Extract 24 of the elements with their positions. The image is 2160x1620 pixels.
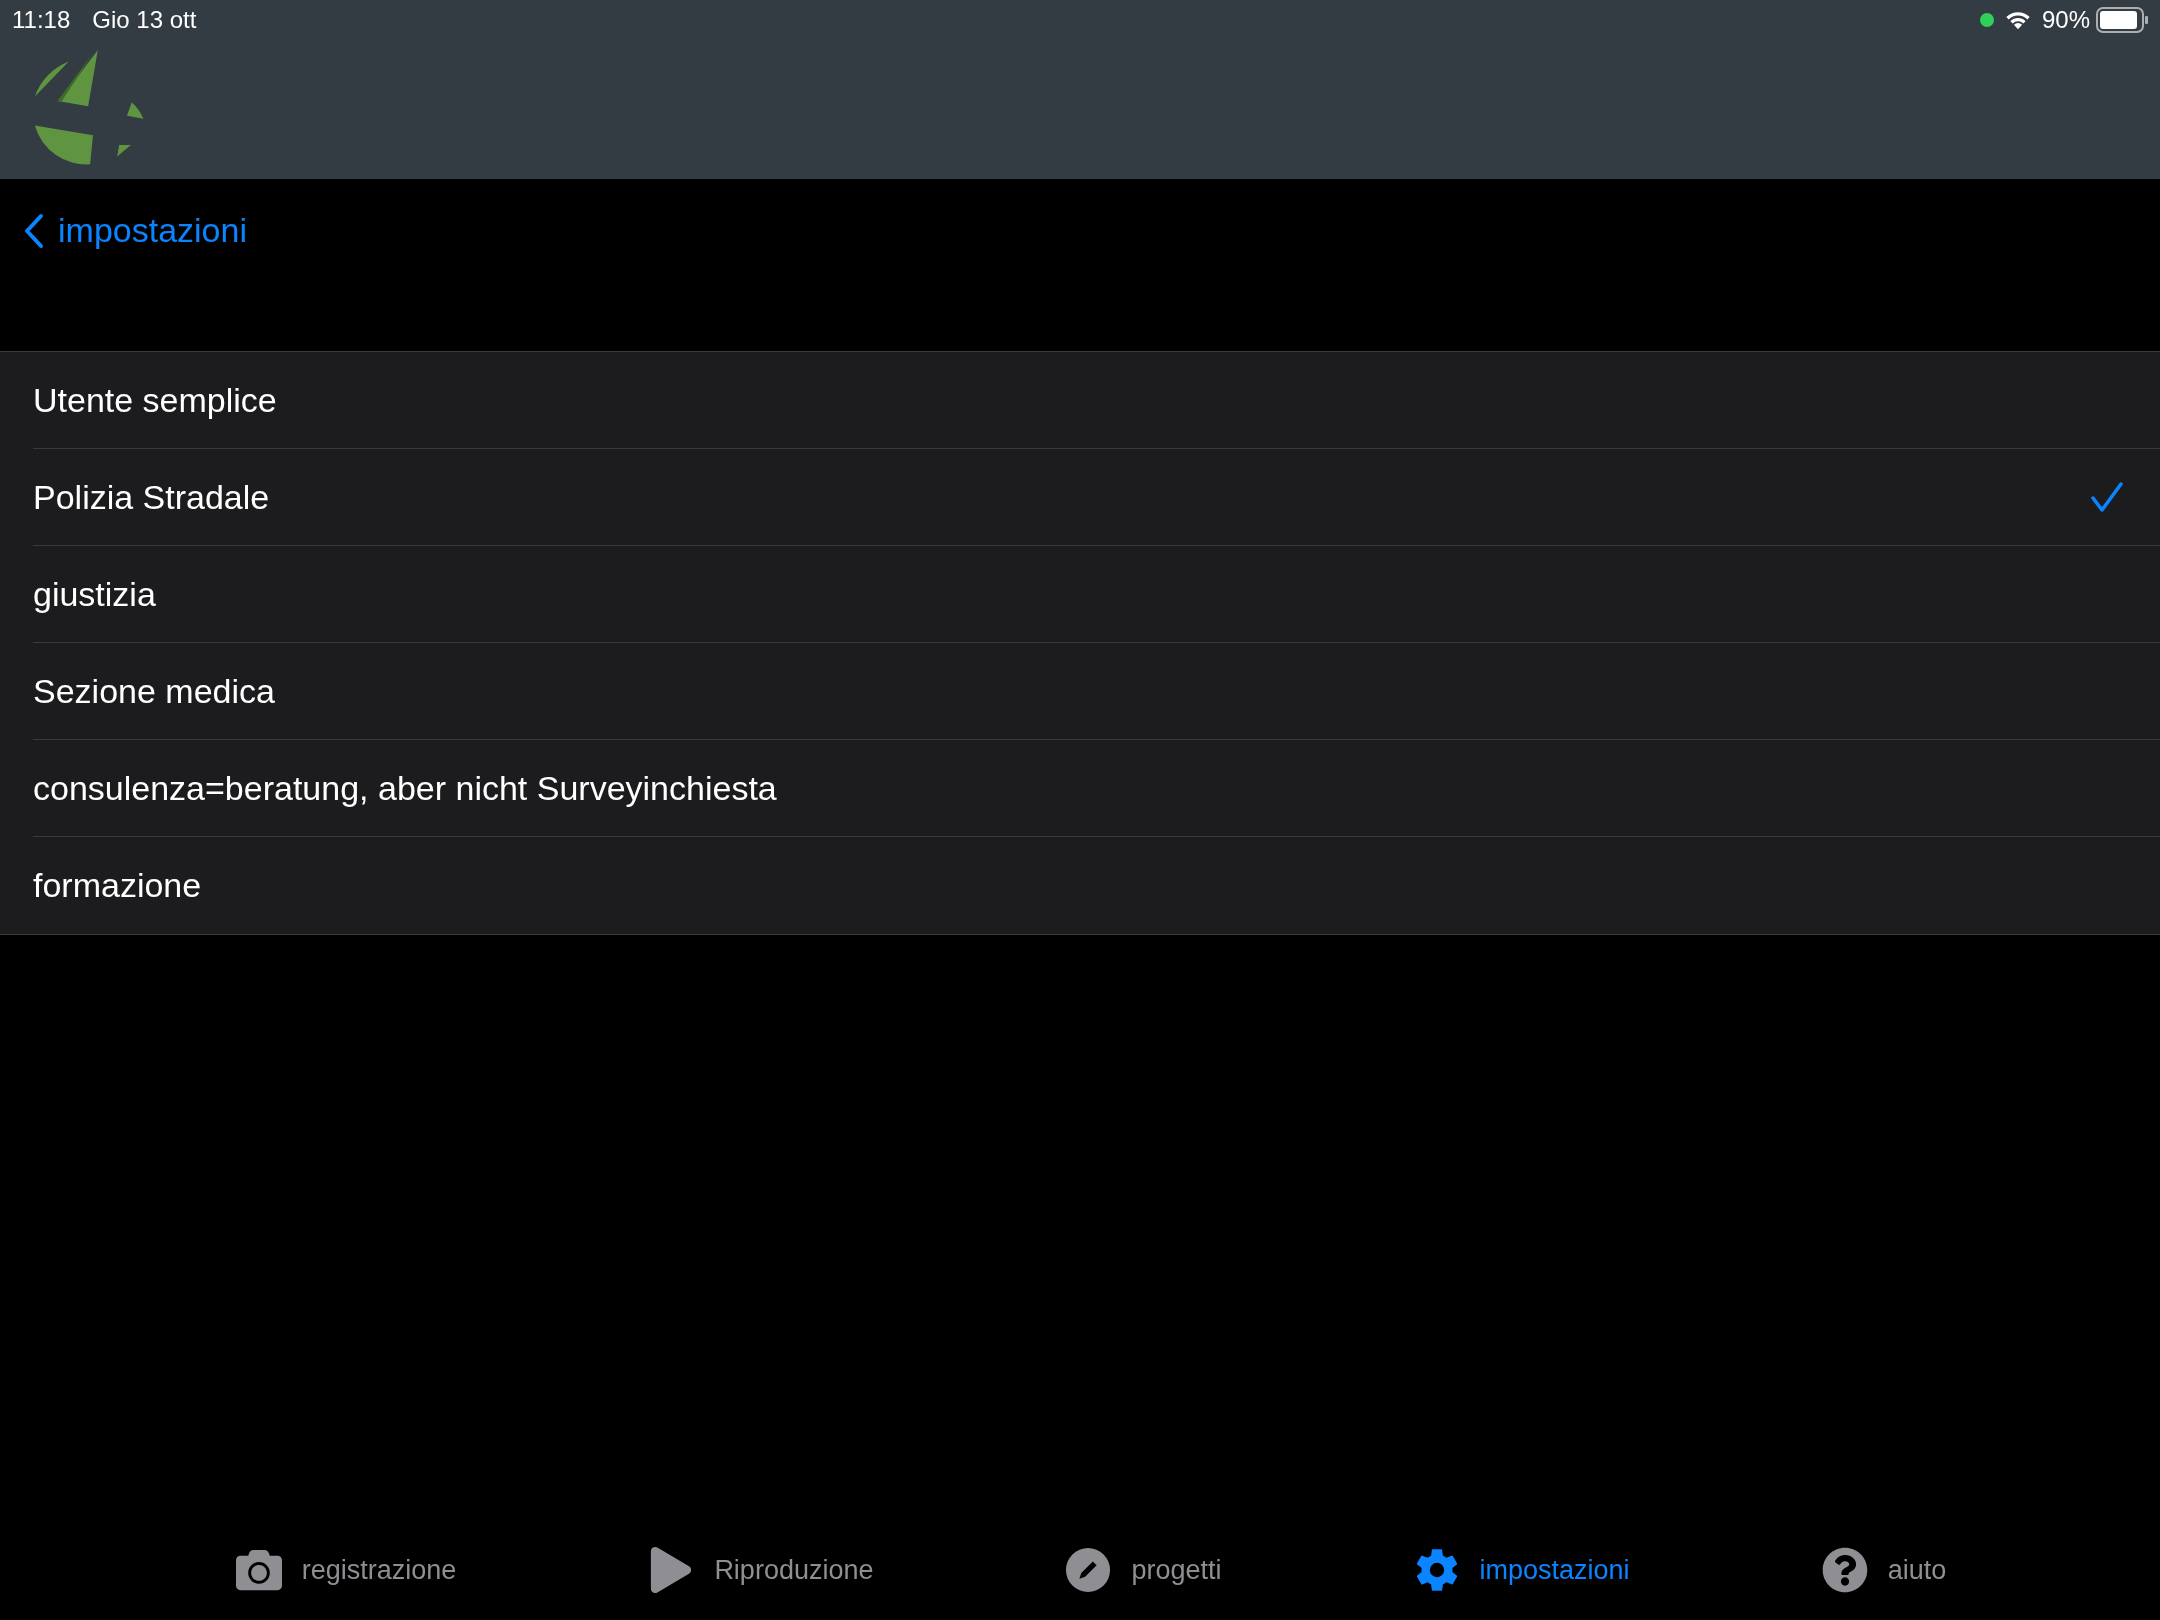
option-label: formazione — [33, 865, 203, 906]
option-label: Polizia Stradale — [33, 476, 271, 518]
option-label: giustizia — [33, 573, 157, 615]
option-row[interactable]: Utente semplice — [33, 352, 2160, 449]
status-date: Gio 13 ott — [92, 5, 197, 35]
option-row[interactable]: formazione — [33, 837, 2160, 934]
tab-bar-item[interactable]: Riproduzione — [646, 1547, 874, 1593]
battery-icon — [2096, 7, 2148, 33]
option-row[interactable]: giustizia — [33, 546, 2160, 643]
tab-bar-item[interactable]: aiuto — [1819, 1547, 1947, 1593]
chevron-left-icon — [24, 212, 44, 249]
option-row[interactable]: Sezione medica — [33, 643, 2160, 740]
camera-icon — [233, 1547, 284, 1593]
option-label: consulenza=beratung, aber nicht Surveyinchiesta — [33, 767, 778, 809]
option-label: Sezione medica — [33, 670, 276, 712]
tab-bar-item[interactable]: impostazioni — [1411, 1547, 1630, 1593]
tab-bar-item[interactable]: registrazione — [233, 1547, 457, 1593]
back-button[interactable]: impostazioni — [24, 205, 247, 256]
tab-bar-item[interactable]: progetti — [1063, 1547, 1222, 1593]
battery-percent: 90% — [2041, 5, 2090, 35]
option-row[interactable]: consulenza=beratung, aber nicht Surveyinchiesta — [33, 740, 2160, 837]
option-label: Utente semplice — [33, 379, 278, 421]
status-time: 11:18 — [12, 5, 71, 35]
option-row[interactable]: Polizia Stradale — [33, 449, 2160, 546]
